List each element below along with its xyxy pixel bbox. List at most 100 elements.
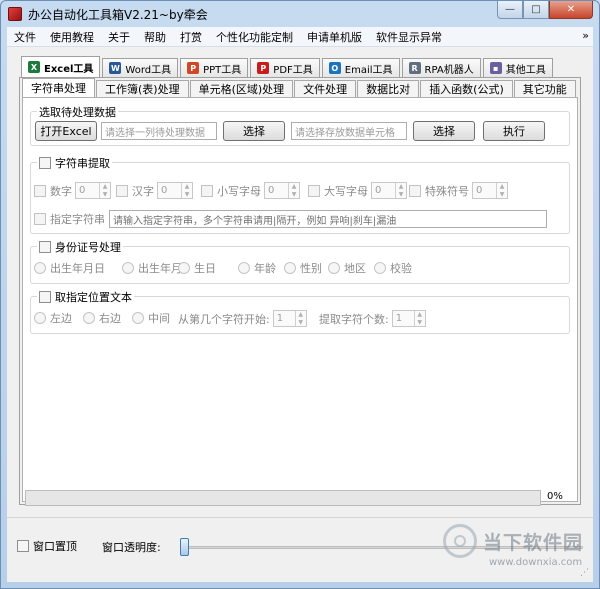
string-option-3[interactable]: 大写字母 0 ▲ ▼ xyxy=(308,182,407,199)
position-option-2[interactable]: 中间 xyxy=(132,310,170,326)
spinner-arrows-icon[interactable]: ▲ ▼ xyxy=(99,183,110,198)
function-tab-1[interactable]: 工作簿(表)处理 xyxy=(96,80,189,97)
position-option-0[interactable]: 左边 xyxy=(34,310,72,326)
specify-string-checkbox[interactable] xyxy=(34,213,46,225)
tool-tab-1[interactable]: W Word工具 xyxy=(102,58,179,77)
function-tab-6[interactable]: 其它功能 xyxy=(513,80,576,97)
position-option-radio[interactable] xyxy=(34,312,46,324)
string-option-checkbox[interactable] xyxy=(34,184,46,197)
spinner-arrows-icon[interactable]: ▲ ▼ xyxy=(288,183,299,198)
function-tab-2[interactable]: 单元格(区域)处理 xyxy=(189,80,294,97)
specify-string-input[interactable]: 请输入指定字符串，多个字符串请用|隔开，例如 异响|刹车|漏油 xyxy=(109,210,547,228)
tool-tab-5[interactable]: R RPA机器人 xyxy=(401,58,481,77)
resize-grip-icon[interactable]: ⋰ xyxy=(580,568,589,578)
function-tab-4[interactable]: 数据比对 xyxy=(357,80,420,97)
position-text-checkbox[interactable] xyxy=(39,291,51,303)
maximize-button[interactable]: □ xyxy=(523,1,549,19)
position-text-group-title[interactable]: 取指定位置文本 xyxy=(37,289,134,305)
string-option-spinner[interactable]: 0 ▲ ▼ xyxy=(75,182,111,199)
string-option-spinner[interactable]: 0 ▲ ▼ xyxy=(157,182,193,199)
string-option-1[interactable]: 汉字 0 ▲ ▼ xyxy=(116,182,193,199)
id-option-6[interactable]: 校验 xyxy=(374,260,412,276)
close-button[interactable]: ✕ xyxy=(549,1,593,19)
menu-about[interactable]: 关于 xyxy=(101,29,137,45)
string-option-spinner[interactable]: 0 ▲ ▼ xyxy=(264,182,300,199)
progress-label: 0% xyxy=(547,491,563,502)
menu-standalone[interactable]: 申请单机版 xyxy=(300,29,369,45)
id-option-radio[interactable] xyxy=(328,262,340,274)
open-excel-button[interactable]: 打开Excel xyxy=(35,121,97,141)
start-index-value: 1 xyxy=(276,313,284,324)
string-option-2[interactable]: 小写字母 0 ▲ ▼ xyxy=(201,182,300,199)
string-option-checkbox[interactable] xyxy=(201,184,213,197)
spinner-arrows-icon[interactable]: ▲ ▼ xyxy=(496,183,507,198)
target-range-input[interactable]: 请选择存放数据单元格 xyxy=(291,122,407,140)
position-option-radio[interactable] xyxy=(83,312,95,324)
string-option-0[interactable]: 数字 0 ▲ ▼ xyxy=(34,182,111,199)
tool-tab-0[interactable]: X Excel工具 xyxy=(21,56,101,77)
menu-donate[interactable]: 打赏 xyxy=(173,29,209,45)
string-option-checkbox[interactable] xyxy=(409,184,421,197)
string-extract-group-title[interactable]: 字符串提取 xyxy=(37,155,112,171)
source-range-input[interactable]: 请选择一列待处理数据 xyxy=(101,122,217,140)
spinner-arrows-icon[interactable]: ▲ ▼ xyxy=(413,311,425,326)
opacity-slider-thumb[interactable] xyxy=(180,538,189,556)
id-option-radio[interactable] xyxy=(284,262,296,274)
function-tabs: 字符串处理 工作簿(表)处理 单元格(区域)处理 文件处理 数据比对 插入函数(公式) 其它… xyxy=(22,78,577,97)
string-option-checkbox[interactable] xyxy=(116,184,128,197)
tool-tab-6[interactable]: ▪ 其他工具 xyxy=(482,58,553,77)
specify-string-option[interactable]: 指定字符串 xyxy=(34,211,105,227)
id-option-0[interactable]: 出生年月日 xyxy=(34,260,105,276)
select-target-button[interactable]: 选择 xyxy=(413,121,475,141)
id-option-2[interactable]: 生日 xyxy=(178,260,216,276)
spinner-arrows-icon[interactable]: ▲ ▼ xyxy=(181,183,192,198)
menu-display-issue[interactable]: 软件显示异常 xyxy=(369,29,449,45)
id-option-3[interactable]: 年龄 xyxy=(238,260,276,276)
string-option-4[interactable]: 特殊符号 0 ▲ ▼ xyxy=(409,182,508,199)
menu-overflow-icon[interactable]: » xyxy=(582,29,589,42)
id-option-radio[interactable] xyxy=(178,262,190,274)
run-button[interactable]: 执行 xyxy=(483,121,545,141)
id-option-radio[interactable] xyxy=(374,262,386,274)
id-number-checkbox[interactable] xyxy=(39,241,51,253)
window-controls: — □ ✕ xyxy=(497,1,593,19)
function-tab-3[interactable]: 文件处理 xyxy=(294,80,357,97)
spinner-arrows-icon[interactable]: ▲ ▼ xyxy=(395,183,406,198)
minimize-button[interactable]: — xyxy=(497,1,523,19)
tool-tab-2[interactable]: P PPT工具 xyxy=(180,58,249,77)
title-bar[interactable]: 办公自动化工具箱V2.21~by牵会 — □ ✕ xyxy=(1,1,599,27)
tool-tab-3[interactable]: P PDF工具 xyxy=(250,58,320,77)
topmost-checkbox[interactable] xyxy=(17,540,29,552)
position-option-radio[interactable] xyxy=(132,312,144,324)
word-icon: W xyxy=(109,62,122,74)
string-option-spinner[interactable]: 0 ▲ ▼ xyxy=(371,182,407,199)
id-option-4[interactable]: 性别 xyxy=(284,260,322,276)
id-option-radio[interactable] xyxy=(34,262,46,274)
string-option-label: 汉字 xyxy=(132,184,154,198)
position-option-1[interactable]: 右边 xyxy=(83,310,121,326)
menu-help[interactable]: 帮助 xyxy=(137,29,173,45)
topmost-option[interactable]: 窗口置顶 xyxy=(17,538,77,554)
menu-tutorial[interactable]: 使用教程 xyxy=(43,29,101,45)
id-option-5[interactable]: 地区 xyxy=(328,260,366,276)
function-tab-0[interactable]: 字符串处理 xyxy=(22,78,95,97)
spinner-arrows-icon[interactable]: ▲ ▼ xyxy=(294,311,306,326)
robot-icon: R xyxy=(408,62,421,74)
string-extract-checkbox[interactable] xyxy=(39,157,51,169)
id-option-radio[interactable] xyxy=(122,262,134,274)
string-option-checkbox[interactable] xyxy=(308,184,320,197)
string-option-spinner[interactable]: 0 ▲ ▼ xyxy=(472,182,508,199)
extract-count-spinner[interactable]: 1 ▲ ▼ xyxy=(391,310,426,327)
menu-file[interactable]: 文件 xyxy=(7,29,43,45)
id-number-group-title[interactable]: 身份证号处理 xyxy=(37,239,123,255)
id-option-radio[interactable] xyxy=(238,262,250,274)
select-source-button[interactable]: 选择 xyxy=(223,121,285,141)
id-number-group: 身份证号处理 出生年月日 出生年月 生日 年龄 性别 地区 校验 xyxy=(30,239,570,284)
menu-customize[interactable]: 个性化功能定制 xyxy=(209,29,300,45)
id-option-label: 生日 xyxy=(194,262,216,275)
tool-tab-4[interactable]: O Email工具 xyxy=(321,58,400,77)
id-option-1[interactable]: 出生年月 xyxy=(122,260,182,276)
watermark-url: www.downxia.com xyxy=(489,557,583,568)
start-index-spinner[interactable]: 1 ▲ ▼ xyxy=(272,310,307,327)
function-tab-5[interactable]: 插入函数(公式) xyxy=(420,80,513,97)
